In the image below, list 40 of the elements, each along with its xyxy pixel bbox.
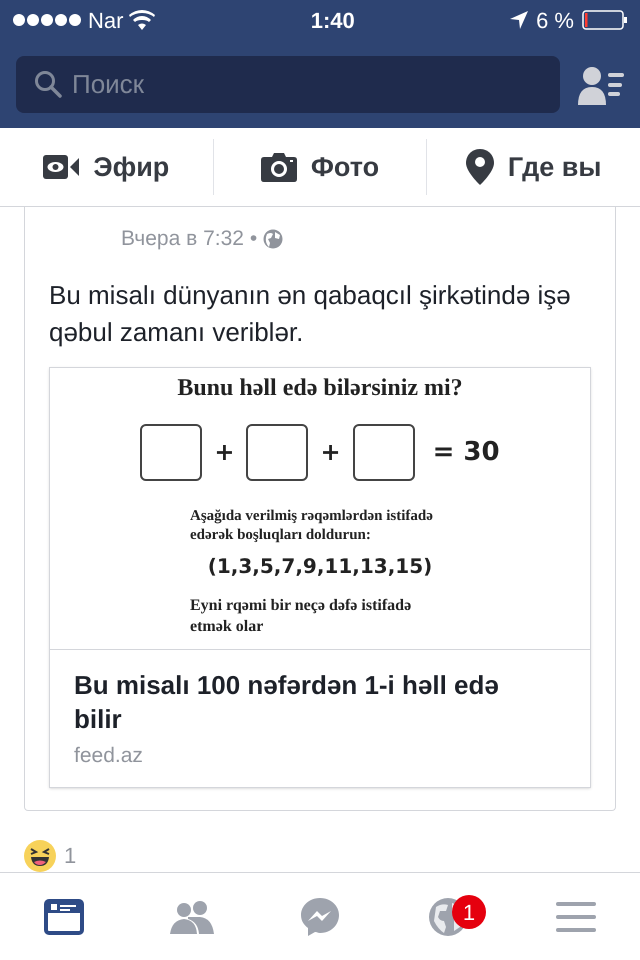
notification-badge: 1 — [452, 895, 486, 930]
tab-bar-item[interactable]: 1 — [384, 873, 512, 960]
location-pin-icon — [466, 148, 494, 185]
blank-square — [352, 424, 415, 481]
people-icon — [170, 900, 214, 934]
composer-button[interactable]: Эфир — [0, 128, 213, 206]
laughing-emoji-icon[interactable] — [24, 840, 56, 872]
post-text: Bu misalı dünyanın ən qabaqcıl şirkətində işə qəbul zamanı veriblər. — [48, 278, 572, 349]
battery-icon — [582, 10, 628, 30]
menu-icon — [556, 900, 596, 933]
puzzle-heading: Bunu həll edə bilərsiniz mi? — [177, 374, 463, 403]
reaction-count: 1 — [64, 842, 76, 870]
carrier-name: Nar — [88, 6, 124, 34]
clock: 1:40 — [310, 6, 355, 34]
link-title: Bu misalı 100 nəfərdən 1-i həll edə bilir — [74, 668, 500, 736]
signal-icon — [12, 13, 82, 27]
puzzle-instruction: Aşağıda verilmiş rəqəmlərdən istifadə edərək boşluqları doldurun: — [190, 506, 434, 545]
search-icon — [34, 70, 62, 98]
composer-button[interactable]: Фото — [214, 128, 426, 206]
plus-sign: + — [320, 437, 341, 468]
messenger-icon — [300, 896, 340, 937]
camera-icon — [260, 152, 297, 182]
globe-icon — [263, 229, 284, 250]
link-preview[interactable] — [49, 366, 591, 788]
post-timestamp: Вчера в 7:32 • — [121, 226, 258, 252]
composer-button[interactable]: Где вы — [427, 128, 640, 206]
puzzle-note: Eyni rqəmi bir neçə dəfə istifadə etmək olar — [190, 596, 412, 637]
equation-result: = 30 — [432, 436, 500, 469]
link-domain: feed.az — [74, 742, 144, 769]
battery-percent: 6 % — [536, 6, 574, 34]
location-arrow-icon — [510, 11, 528, 29]
number-list: (1,3,5,7,9,11,13,15) — [208, 550, 432, 581]
plus-sign: + — [214, 437, 234, 468]
blank-square — [246, 424, 308, 481]
news-feed-icon — [44, 898, 84, 935]
contacts-icon[interactable] — [578, 64, 624, 104]
video-eye-icon — [43, 154, 80, 179]
wifi-icon — [129, 10, 156, 30]
search-field[interactable]: Поиск — [16, 56, 560, 113]
blank-square — [140, 424, 202, 481]
